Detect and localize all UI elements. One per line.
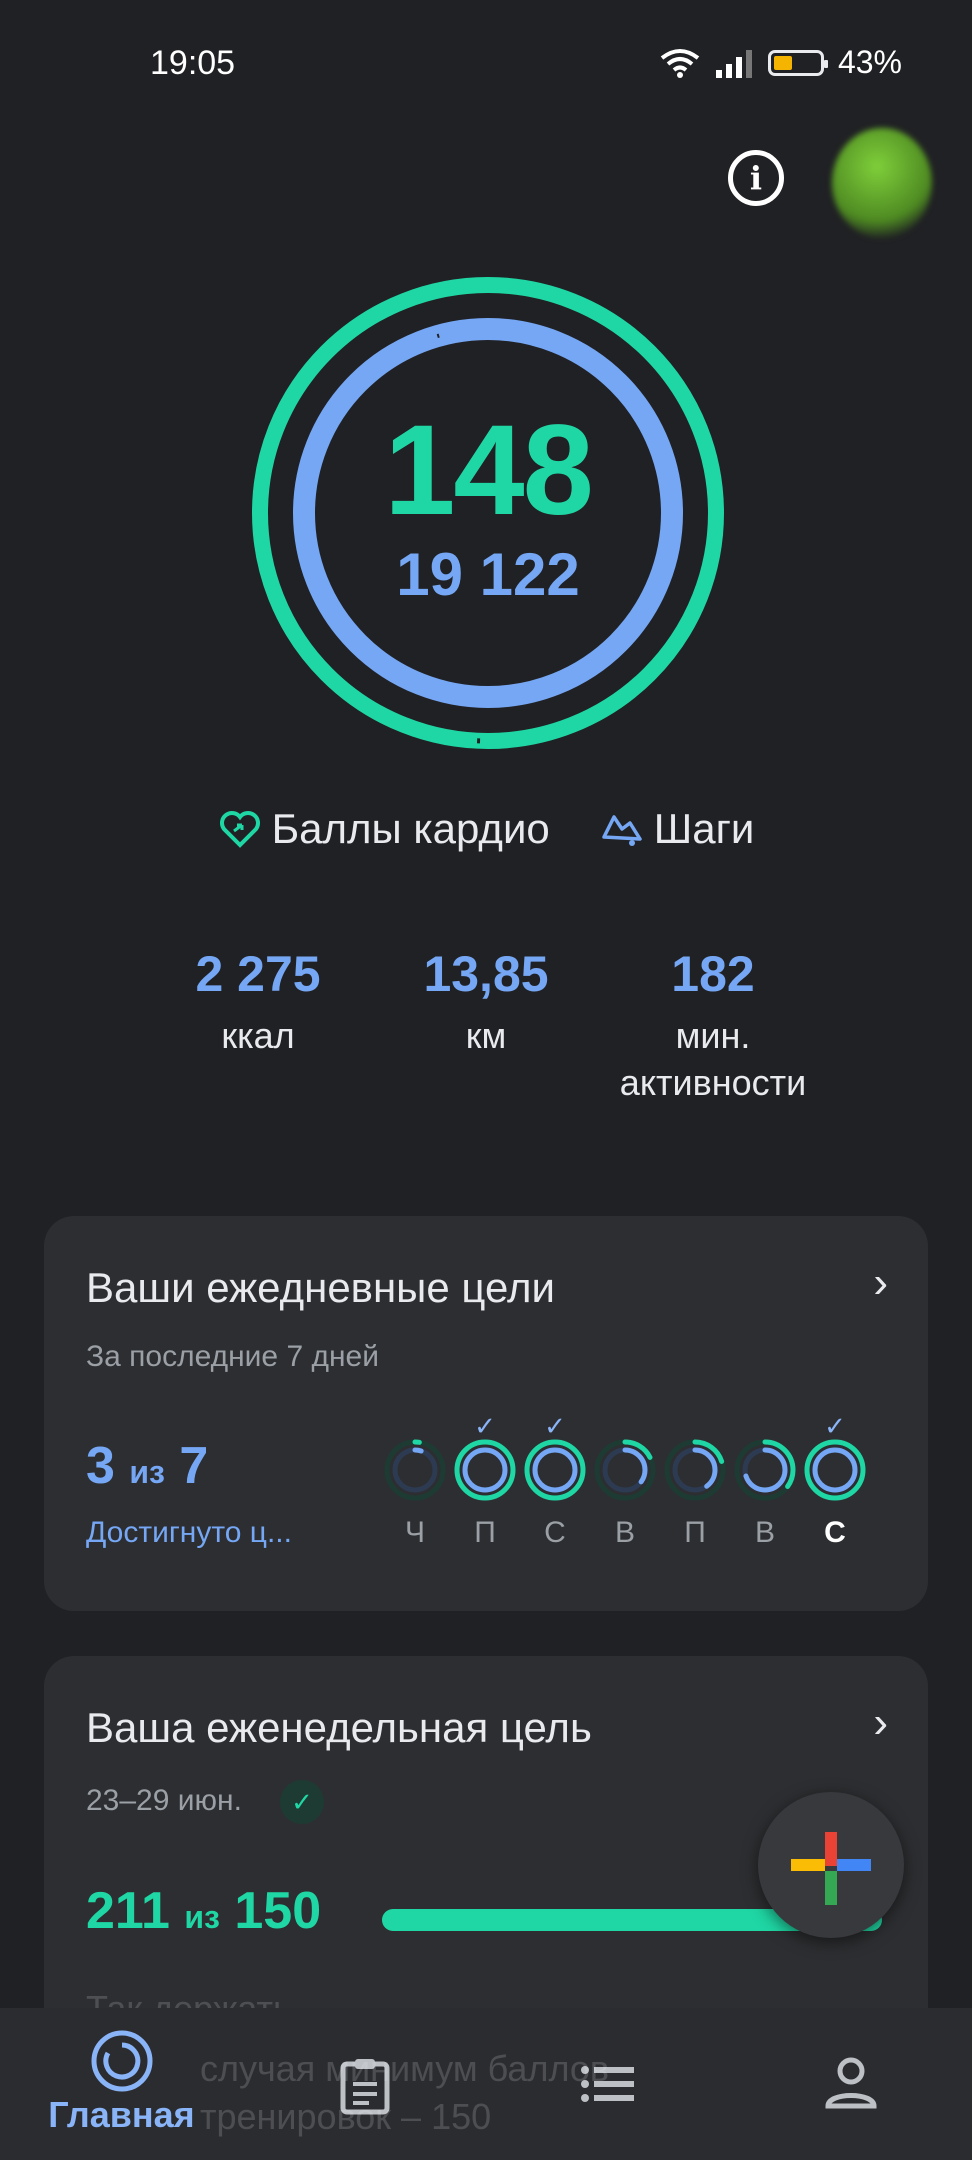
day-goal-6: ✓ С <box>804 1411 866 1550</box>
status-icons: 43% <box>660 44 902 81</box>
legend-heart-label: Баллы кардио <box>271 805 550 852</box>
day-ring-icon <box>384 1439 446 1501</box>
info-button[interactable]: i <box>728 150 784 206</box>
stat-label: мин. активности <box>619 1015 807 1103</box>
daily-goals-count: 3 из 7 <box>86 1437 209 1495</box>
rings-legend: Баллы кардио Шаги <box>0 805 972 853</box>
legend-heart: Баллы кардио <box>218 805 550 853</box>
plus-icon <box>791 1832 871 1905</box>
daily-goals-card[interactable]: Ваши ежедневные цели › За последние 7 дн… <box>44 1216 928 1611</box>
day-label: С <box>824 1516 846 1549</box>
signal-icon <box>715 49 752 78</box>
day-ring-icon <box>454 1439 516 1501</box>
day-check-icon <box>594 1411 656 1439</box>
day-check-icon: ✓ <box>474 1411 496 1441</box>
day-label: В <box>754 1516 775 1549</box>
day-goal-0: Ч <box>384 1411 446 1550</box>
day-check-icon <box>384 1411 446 1439</box>
daily-goals-label: Достигнуто ц... <box>86 1516 292 1549</box>
day-ring-icon <box>524 1439 586 1501</box>
day-ring-icon <box>664 1439 726 1501</box>
chevron-right-icon[interactable]: › <box>873 1698 888 1748</box>
add-activity-button[interactable] <box>758 1792 904 1938</box>
day-ring-icon <box>734 1439 796 1501</box>
day-label: П <box>474 1516 496 1549</box>
faded-text-3: тренировок – 150 <box>200 2096 492 2137</box>
day-ring-icon <box>594 1439 656 1501</box>
status-time: 19:05 <box>150 44 236 82</box>
heart-points-value: 148 <box>384 399 594 542</box>
weekly-goal-count: 211 из 150 <box>86 1882 322 1940</box>
stat-distance: 13,85 км <box>356 945 616 1060</box>
faded-text-2: случая минимум баллов <box>200 2048 610 2089</box>
day-goal-5: В <box>734 1411 796 1550</box>
wifi-icon <box>660 48 700 78</box>
day-goal-2: ✓ С <box>524 1411 586 1550</box>
info-icon: i <box>749 159 763 197</box>
weekly-goal-dates: 23–29 июн. <box>86 1784 242 1817</box>
day-goal-3: В <box>594 1411 656 1550</box>
battery-icon <box>767 49 828 76</box>
avatar[interactable] <box>832 128 932 238</box>
day-check-icon <box>664 1411 726 1439</box>
stat-label: ккал <box>221 1015 295 1056</box>
battery-percent: 43% <box>837 44 902 80</box>
stat-active-minutes: 182 мин. активности <box>583 945 843 1107</box>
day-goal-4: П <box>664 1411 726 1550</box>
stat-label: км <box>465 1015 507 1056</box>
status-bar: 19:05 43% <box>0 0 972 130</box>
daily-goals-subtitle: За последние 7 дней <box>86 1340 379 1373</box>
stat-value: 2 275 <box>195 946 321 1002</box>
day-label: В <box>614 1516 635 1549</box>
legend-steps: Шаги <box>600 805 755 853</box>
legend-steps-label: Шаги <box>653 805 755 852</box>
day-label: Ч <box>405 1516 425 1549</box>
day-ring-icon <box>804 1439 866 1501</box>
activity-rings[interactable]: 148 19 122 <box>243 268 733 758</box>
weekly-goal-title: Ваша еженедельная цель <box>86 1704 592 1751</box>
day-label: С <box>544 1516 566 1549</box>
daily-goals-week: Ч ✓ П ✓ С В П В ✓ С <box>384 1411 904 1551</box>
day-check-icon <box>734 1411 796 1439</box>
stat-value: 13,85 <box>423 946 549 1002</box>
heart-points-icon <box>219 811 260 848</box>
day-goal-1: ✓ П <box>454 1411 516 1550</box>
daily-goals-title: Ваши ежедневные цели <box>86 1264 555 1311</box>
day-check-icon: ✓ <box>824 1411 846 1441</box>
steps-value: 19 122 <box>396 541 580 608</box>
stat-value: 182 <box>671 946 755 1002</box>
stat-calories: 2 275 ккал <box>128 945 388 1060</box>
day-label: П <box>684 1516 706 1549</box>
day-check-icon: ✓ <box>544 1411 566 1441</box>
chevron-right-icon[interactable]: › <box>873 1258 888 1308</box>
goal-achieved-check-icon: ✓ <box>280 1780 324 1824</box>
steps-icon <box>602 815 642 846</box>
